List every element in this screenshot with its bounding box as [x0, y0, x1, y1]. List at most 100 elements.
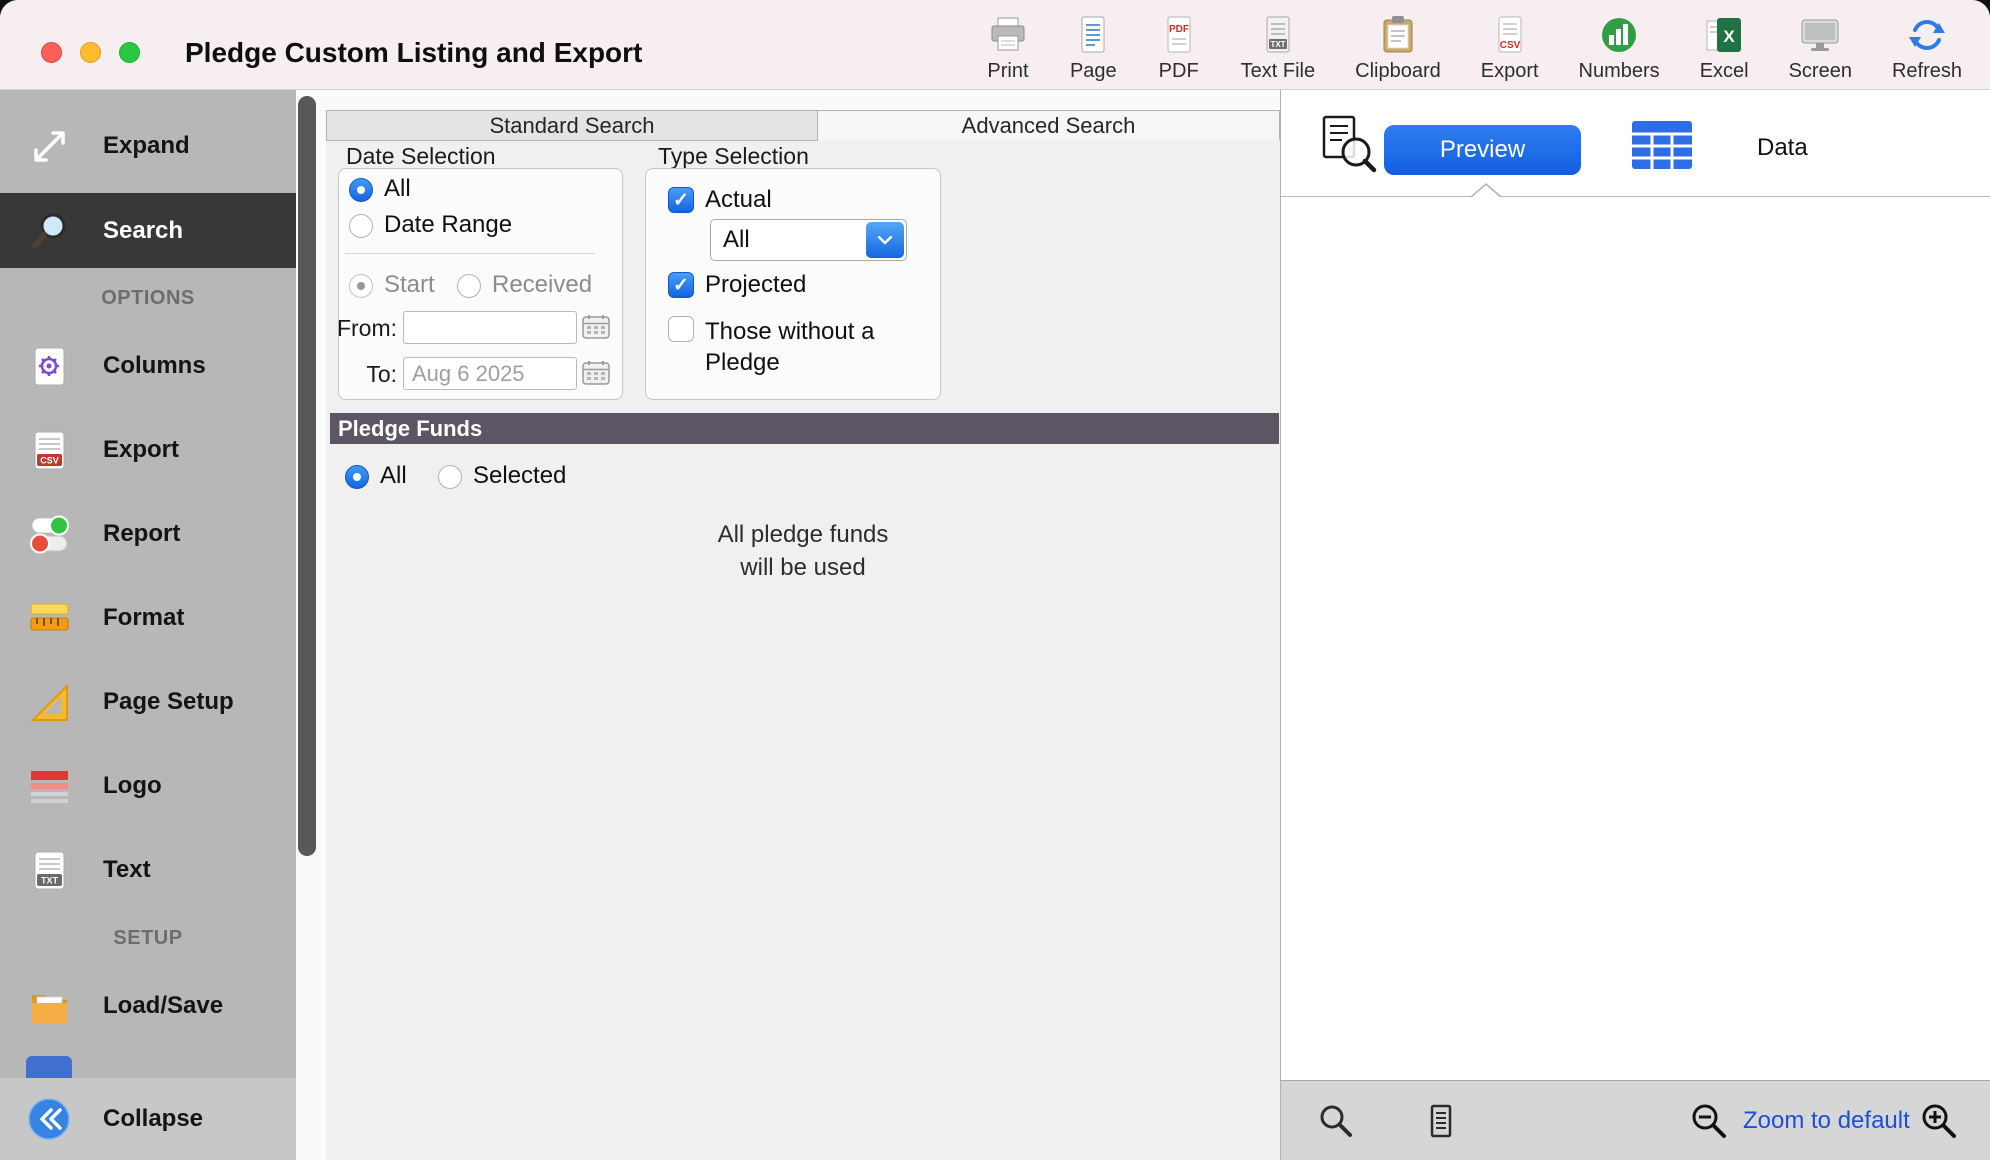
checkbox-projected[interactable]: Projected: [668, 271, 806, 299]
preview-tab-caret: [1471, 183, 1501, 197]
magnifier-tool-icon[interactable]: [1318, 1103, 1354, 1139]
preview-panel: Preview Data: [1280, 90, 1990, 1160]
search-icon: [26, 208, 72, 254]
titlebar: Pledge Custom Listing and Export Print: [0, 0, 1990, 90]
clipboard-button[interactable]: Clipboard: [1355, 13, 1441, 83]
sidebar-item-expand[interactable]: Expand: [0, 104, 296, 188]
radio-start-date[interactable]: Start: [349, 271, 435, 299]
from-calendar-button[interactable]: [581, 313, 611, 341]
page-button[interactable]: Page: [1070, 13, 1117, 83]
radio-funds-all[interactable]: All: [345, 462, 407, 490]
pledge-funds-header: Pledge Funds: [330, 413, 1279, 444]
sidebar-item-page-setup[interactable]: Page Setup: [0, 660, 296, 744]
chevron-down-icon: [866, 222, 904, 258]
zoom-out-button[interactable]: [1689, 1101, 1729, 1141]
radio-selected-icon: [345, 465, 369, 489]
folder-icon: [26, 983, 72, 1029]
sidebar-item-load-save[interactable]: Load/Save: [0, 964, 296, 1048]
checkbox-those-without-pledge[interactable]: Those without a Pledge: [668, 316, 905, 378]
checkbox-actual[interactable]: Actual: [668, 186, 772, 214]
checkbox-checked-icon: [668, 272, 694, 298]
svg-text:TXT: TXT: [41, 875, 59, 885]
export-csv-icon: CSV: [1488, 13, 1532, 57]
text-file-button[interactable]: TXT Text File: [1241, 13, 1315, 83]
sidebar-item-report[interactable]: Report: [0, 492, 296, 576]
txt-file-icon: TXT: [26, 847, 72, 893]
page-icon: [1071, 13, 1115, 57]
svg-text:PDF: PDF: [1169, 24, 1189, 35]
sidebar: Expand Search OPTIONS: [0, 90, 296, 1078]
pledge-funds-title: Pledge Funds: [338, 416, 482, 442]
clipboard-icon: [1376, 13, 1420, 57]
radio-date-all[interactable]: All: [349, 175, 411, 203]
to-label: To:: [335, 362, 397, 386]
zoom-in-button[interactable]: [1919, 1101, 1959, 1141]
radio-date-range[interactable]: Date Range: [349, 211, 512, 239]
date-selection-title: Date Selection: [346, 143, 496, 170]
sidebar-section-options: OPTIONS: [0, 283, 296, 313]
sidebar-item-columns[interactable]: Columns: [0, 324, 296, 408]
sidebar-item-format[interactable]: Format: [0, 576, 296, 660]
pdf-button[interactable]: PDF PDF: [1157, 13, 1201, 83]
panel-top-strip: [326, 90, 1280, 110]
sidebar-item-search[interactable]: Search: [0, 193, 296, 268]
radio-unselected-icon: [349, 214, 373, 238]
export-button[interactable]: CSV Export: [1481, 13, 1539, 83]
svg-text:X: X: [1723, 27, 1735, 46]
radio-disabled-selected-icon: [349, 274, 373, 298]
radio-selected-icon: [349, 178, 373, 202]
svg-text:CSV: CSV: [1499, 40, 1520, 51]
data-table-icon: [1631, 120, 1693, 174]
svg-text:TXT: TXT: [1270, 40, 1285, 49]
sidebar-item-export[interactable]: CSV Export: [0, 408, 296, 492]
format-ruler-icon: [26, 595, 72, 641]
pledge-funds-note: All pledge funds will be used: [326, 518, 1280, 584]
to-calendar-button[interactable]: [581, 359, 611, 387]
preview-content-area: [1281, 197, 1990, 1080]
calendar-icon: [581, 359, 611, 387]
minimize-window-button[interactable]: [80, 42, 101, 63]
text-file-icon: TXT: [1256, 13, 1300, 57]
fullscreen-window-button[interactable]: [119, 42, 140, 63]
checkbox-unchecked-icon: [668, 316, 694, 342]
radio-received-date[interactable]: Received: [457, 271, 592, 299]
actual-filter-dropdown[interactable]: All: [710, 219, 907, 261]
report-toggles-icon: [26, 511, 72, 557]
to-date-input[interactable]: [403, 357, 577, 390]
data-tab[interactable]: Data: [1631, 112, 1851, 182]
preview-button[interactable]: Preview: [1384, 125, 1581, 175]
app-window: Pledge Custom Listing and Export Print: [0, 0, 1990, 1160]
radio-unselected-icon: [438, 465, 462, 489]
document-tool-icon[interactable]: [1423, 1103, 1459, 1139]
pdf-icon: PDF: [1157, 13, 1201, 57]
from-label: From:: [335, 316, 397, 340]
print-button[interactable]: Print: [986, 13, 1030, 83]
excel-button[interactable]: X Excel: [1700, 13, 1749, 83]
screen-button[interactable]: Screen: [1789, 13, 1852, 83]
type-selection-group: Actual All Projected Those without a Ple…: [645, 168, 941, 400]
zoom-to-default-link[interactable]: Zoom to default: [1743, 1106, 1910, 1136]
sidebar-collapse-button[interactable]: Collapse: [0, 1078, 296, 1160]
svg-text:CSV: CSV: [40, 455, 59, 465]
search-tabbar: Standard Search Advanced Search: [326, 110, 1280, 141]
calendar-icon: [581, 313, 611, 341]
divider: [345, 253, 595, 254]
sidebar-item-logo[interactable]: Logo: [0, 744, 296, 828]
refresh-button[interactable]: Refresh: [1892, 13, 1962, 83]
toolbar: Print Page PDF: [986, 0, 1962, 90]
columns-gear-icon: [26, 343, 72, 389]
radio-unselected-icon: [457, 274, 481, 298]
numbers-icon: [1597, 13, 1641, 57]
tab-advanced-search[interactable]: Advanced Search: [818, 110, 1280, 141]
set-square-icon: [26, 679, 72, 725]
from-date-input[interactable]: [403, 311, 577, 344]
sidebar-item-text[interactable]: TXT Text: [0, 828, 296, 912]
preview-toolbar: Zoom to default: [1281, 1080, 1990, 1160]
radio-funds-selected[interactable]: Selected: [438, 462, 566, 490]
sidebar-scrollbar-thumb[interactable]: [298, 96, 316, 856]
tab-standard-search[interactable]: Standard Search: [326, 110, 818, 141]
preview-document-icon[interactable]: [1314, 112, 1378, 176]
data-tab-label: Data: [1757, 134, 1808, 162]
numbers-button[interactable]: Numbers: [1579, 13, 1660, 83]
close-window-button[interactable]: [41, 42, 62, 63]
